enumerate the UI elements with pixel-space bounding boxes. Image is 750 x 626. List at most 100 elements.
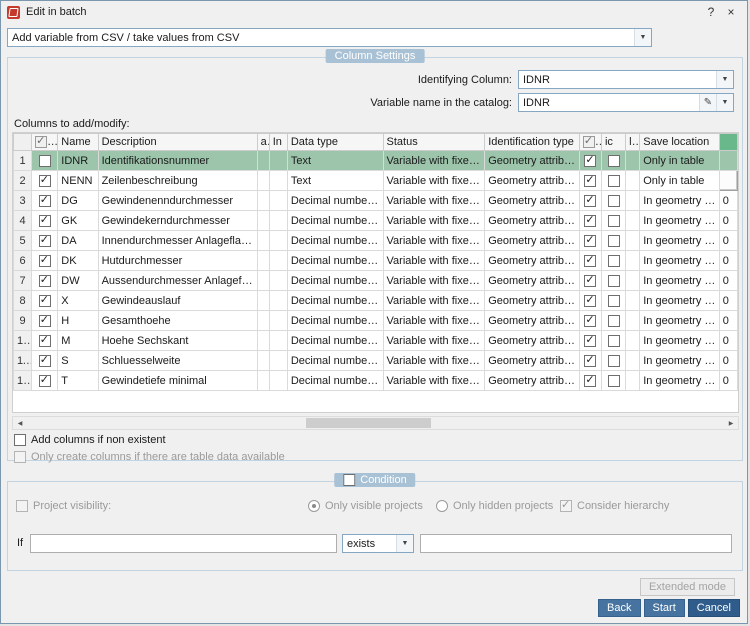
cell-flag2[interactable] (601, 151, 625, 171)
row-number[interactable]: 6 (14, 251, 32, 271)
cell-le[interactable] (626, 331, 640, 351)
cell-save_location[interactable]: In geometry an... (640, 211, 720, 231)
cell-flag1[interactable] (579, 231, 601, 251)
cell-a[interactable] (257, 351, 269, 371)
cell-status[interactable]: Variable with fixed values (383, 311, 485, 331)
cell-status[interactable]: Variable with fixed values (383, 331, 485, 351)
cell-description[interactable]: Aussendurchmesser Anlageflaeche (98, 271, 257, 291)
cell-flag1[interactable] (579, 351, 601, 371)
cell-description[interactable]: Hutdurchmesser (98, 251, 257, 271)
cell-le[interactable] (626, 351, 640, 371)
row-number[interactable]: 11 (14, 351, 32, 371)
cell-le[interactable] (626, 311, 640, 331)
cell-id_type[interactable]: Geometry attribute (485, 351, 580, 371)
cell-id_type[interactable]: Geometry attribute (485, 311, 580, 331)
column-header-flag1[interactable]: sl (579, 134, 601, 151)
cell-checked[interactable] (32, 291, 58, 311)
cell-data_type[interactable]: Text (287, 151, 383, 171)
cell-flag1[interactable] (579, 151, 601, 171)
cell-in[interactable] (269, 191, 287, 211)
cell-checked[interactable] (32, 371, 58, 391)
start-button[interactable]: Start (644, 599, 685, 617)
cell-description[interactable]: Zeilenbeschreibung (98, 171, 257, 191)
row-checkbox-checked[interactable] (39, 155, 51, 167)
cell-in[interactable] (269, 271, 287, 291)
cell-status[interactable]: Variable with fixed values (383, 211, 485, 231)
scroll-right-icon[interactable]: ▶ (724, 417, 738, 429)
row-checkbox-flag2[interactable] (608, 175, 620, 187)
cell-a[interactable] (257, 331, 269, 351)
cell-description[interactable]: Identifikationsnummer (98, 151, 257, 171)
row-checkbox-flag2[interactable] (608, 235, 620, 247)
row-number[interactable]: 7 (14, 271, 32, 291)
chevron-down-icon[interactable]: ▼ (716, 94, 733, 111)
cell-name[interactable]: GK (58, 211, 98, 231)
row-checkbox-flag1[interactable] (584, 255, 596, 267)
cell-in[interactable] (269, 331, 287, 351)
cell-checked[interactable] (32, 331, 58, 351)
table-row[interactable]: 12TGewindetiefe minimalDecimal number (0… (14, 371, 738, 391)
cell-status[interactable]: Variable with fixed values (383, 251, 485, 271)
cell-id_type[interactable]: Geometry attribute (485, 371, 580, 391)
cell-description[interactable]: Gesamthoehe (98, 311, 257, 331)
cell-name[interactable]: DA (58, 231, 98, 251)
table-row[interactable]: 11SSchluesselweiteDecimal number (0.123)… (14, 351, 738, 371)
cell-flag2[interactable] (601, 291, 625, 311)
table-row[interactable]: 1IDNRIdentifikationsnummerTextVariable w… (14, 151, 738, 171)
cell-data_type[interactable]: Decimal number (0.123) (287, 191, 383, 211)
cell-name[interactable]: M (58, 331, 98, 351)
only-create-checkbox[interactable] (14, 451, 26, 463)
row-number[interactable]: 10 (14, 331, 32, 351)
cell-save_location[interactable]: In geometry an... (640, 291, 720, 311)
cell-flag2[interactable] (601, 171, 625, 191)
cell-extra[interactable]: 0 (719, 211, 737, 231)
cell-flag1[interactable] (579, 291, 601, 311)
cell-in[interactable] (269, 211, 287, 231)
cell-flag2[interactable] (601, 271, 625, 291)
cell-save_location[interactable]: In geometry an... (640, 191, 720, 211)
only-visible-radio[interactable] (308, 500, 320, 512)
row-checkbox-flag2[interactable] (608, 295, 620, 307)
cell-checked[interactable] (32, 251, 58, 271)
row-checkbox-flag1[interactable] (584, 315, 596, 327)
row-checkbox-checked[interactable] (39, 355, 51, 367)
row-checkbox-flag2[interactable] (608, 195, 620, 207)
row-number[interactable]: 8 (14, 291, 32, 311)
row-checkbox-flag1[interactable] (584, 195, 596, 207)
cell-status[interactable]: Variable with fixed values (383, 171, 485, 191)
cell-status[interactable]: Variable with fixed values (383, 271, 485, 291)
cell-id_type[interactable]: Geometry attribute (485, 271, 580, 291)
column-header-save_location[interactable]: Save location (640, 134, 720, 151)
cell-le[interactable] (626, 151, 640, 171)
table-row[interactable]: 6DKHutdurchmesserDecimal number (0.123)V… (14, 251, 738, 271)
cell-data_type[interactable]: Decimal number (0.123) (287, 331, 383, 351)
cell-flag1[interactable] (579, 211, 601, 231)
row-checkbox-flag1[interactable] (584, 355, 596, 367)
cell-checked[interactable] (32, 231, 58, 251)
cell-name[interactable]: X (58, 291, 98, 311)
help-button[interactable]: ? (701, 5, 721, 19)
cell-description[interactable]: Gewindeauslauf (98, 291, 257, 311)
cell-status[interactable]: Variable with fixed values (383, 191, 485, 211)
cancel-button[interactable]: Cancel (688, 599, 740, 617)
cell-save_location[interactable]: In geometry an... (640, 231, 720, 251)
column-header-le[interactable]: le (626, 134, 640, 151)
column-header-checked[interactable]: x (32, 134, 58, 151)
scrollbar-thumb[interactable] (306, 418, 431, 428)
cell-in[interactable] (269, 311, 287, 331)
row-checkbox-flag1[interactable] (584, 215, 596, 227)
horizontal-scrollbar[interactable]: ◀ ▶ (12, 416, 739, 430)
cell-a[interactable] (257, 291, 269, 311)
cell-le[interactable] (626, 191, 640, 211)
cell-in[interactable] (269, 171, 287, 191)
row-number[interactable]: 1 (14, 151, 32, 171)
row-number[interactable]: 12 (14, 371, 32, 391)
condition-checkbox[interactable] (343, 474, 355, 486)
cell-a[interactable] (257, 211, 269, 231)
cell-data_type[interactable]: Text (287, 171, 383, 191)
cell-extra[interactable]: 0 (719, 191, 737, 211)
back-button[interactable]: Back (598, 599, 640, 617)
row-checkbox-checked[interactable] (39, 335, 51, 347)
cell-le[interactable] (626, 371, 640, 391)
cell-id_type[interactable]: Geometry attribute (485, 211, 580, 231)
